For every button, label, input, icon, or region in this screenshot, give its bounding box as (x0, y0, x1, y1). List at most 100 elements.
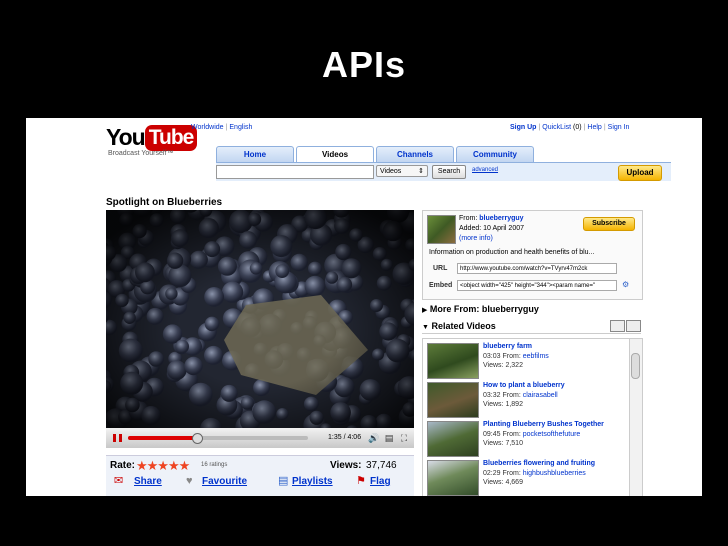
related-video-views: Views: 7,510 (483, 440, 523, 447)
playlists-link[interactable]: Playlists (292, 476, 333, 487)
from-label: From: (502, 431, 521, 438)
gear-icon[interactable]: ⚙ (622, 280, 629, 289)
menu-icon[interactable]: ▤ (384, 433, 394, 443)
video-title: Spotlight on Blueberries (106, 197, 223, 208)
flag-link[interactable]: Flag (370, 476, 391, 487)
video-thumbnail[interactable] (427, 382, 479, 418)
more-from-text: More From: blueberryguy (429, 304, 539, 314)
sign-up-link[interactable]: Sign Up (510, 124, 536, 131)
playlist-icon: ▤ (278, 475, 289, 487)
related-user-link[interactable]: pocketsofthefuture (523, 431, 581, 438)
seek-handle[interactable] (192, 433, 203, 444)
related-video-views: Views: 2,322 (483, 362, 523, 369)
logo-tube-text: Tube (144, 124, 198, 151)
video-timecode: 1:35 / 4:06 (328, 434, 362, 441)
related-video-title[interactable]: How to plant a blueberry (483, 382, 565, 389)
related-video-views: Views: 1,892 (483, 401, 523, 408)
grid-view-icon[interactable] (626, 320, 641, 332)
related-user-link[interactable]: clairasabell (523, 392, 558, 399)
list-item[interactable]: Planting Blueberry Bushes Together 09:45… (423, 419, 633, 457)
related-video-title[interactable]: Blueberries flowering and fruiting (483, 460, 595, 467)
list-item[interactable]: How to plant a blueberry 03:32 From: cla… (423, 380, 633, 418)
seek-bar[interactable] (128, 433, 308, 444)
from-line: From: blueberryguy (459, 215, 524, 222)
views-count: 1,892 (505, 401, 523, 408)
tab-home[interactable]: Home (216, 146, 294, 162)
url-field[interactable]: http://www.youtube.com/watch?v=TVyrv47m2… (457, 263, 617, 274)
fullscreen-icon[interactable]: ⛶ (399, 433, 409, 443)
video-thumbnail[interactable] (427, 343, 479, 379)
views-label: Views: (483, 401, 504, 408)
views-label: Views: (483, 362, 504, 369)
related-video-meta: 09:45 From: pocketsofthefuture (483, 431, 580, 438)
tab-videos[interactable]: Videos (296, 146, 374, 162)
rating-stars[interactable]: ★★★★★ (136, 458, 190, 474)
more-info-link[interactable]: (more info) (459, 235, 493, 242)
related-video-title[interactable]: Planting Blueberry Bushes Together (483, 421, 604, 428)
region-links: Worldwide | English (191, 124, 253, 131)
help-link[interactable]: Help (587, 124, 601, 131)
video-thumbnail[interactable] (427, 421, 479, 457)
related-user-link[interactable]: highbushblueberries (523, 470, 586, 477)
quicklist-link[interactable]: QuickList (542, 124, 571, 131)
tab-community[interactable]: Community (456, 146, 534, 162)
subscribe-button[interactable]: Subscribe (583, 217, 635, 231)
more-from-header[interactable]: ▶ More From: blueberryguy (422, 304, 539, 314)
views-label: Views: (330, 460, 362, 471)
youtube-screenshot: You Tube Broadcast Yourself™ Worldwide | En… (26, 118, 702, 496)
tab-channels[interactable]: Channels (376, 146, 454, 162)
youtube-logo[interactable]: You Tube (106, 124, 198, 151)
chevron-down-icon: ▼ (422, 324, 429, 331)
channel-avatar[interactable] (427, 215, 456, 244)
list-item[interactable]: blueberry farm 03:03 From: eebfilms View… (423, 341, 633, 379)
related-videos-list: blueberry farm 03:03 From: eebfilms View… (422, 338, 643, 496)
blueberries-video-frame (106, 210, 414, 428)
video-thumbnail[interactable] (427, 460, 479, 496)
added-date: Added: 10 April 2007 (459, 225, 524, 232)
seek-progress (128, 436, 197, 440)
ratings-count: 16 ratings (201, 462, 228, 468)
logo-you-text: You (106, 124, 146, 150)
share-icon: ✉ (114, 475, 124, 487)
search-input[interactable] (216, 165, 374, 179)
search-category-select[interactable]: Videos ⇕ (376, 165, 428, 177)
views-count: 4,669 (505, 479, 523, 486)
views-count: 37,746 (366, 460, 397, 471)
list-item[interactable]: Blueberries flowering and fruiting 02:29… (423, 458, 633, 496)
slide-title: APIs (321, 44, 407, 85)
main-nav: Home Videos Channels Community (216, 146, 671, 162)
volume-icon[interactable]: 🔊 (368, 433, 379, 443)
related-videos-header[interactable]: ▼ Related Videos (422, 321, 496, 331)
share-link[interactable]: Share (134, 476, 162, 487)
related-videos-title: Related Videos (431, 321, 496, 331)
divider (422, 333, 641, 334)
embed-field[interactable]: <object width="425" height="344"><param … (457, 280, 617, 291)
scrollbar[interactable] (629, 339, 642, 496)
search-button[interactable]: Search (432, 165, 466, 179)
user-links: Sign Up | QuickList (0) | Help | Sign In (510, 124, 630, 131)
worldwide-link[interactable]: Worldwide (191, 124, 224, 131)
duration: 09:45 (483, 431, 501, 438)
video-controls: 1:35 / 4:06 🔊 ▤ ⛶ (106, 428, 414, 448)
upload-button[interactable]: Upload (618, 165, 662, 181)
duration: 03:32 (483, 392, 501, 399)
advanced-search-link[interactable]: advanced (472, 167, 498, 173)
quicklist-count: (0) (573, 124, 582, 131)
list-view-icon[interactable] (610, 320, 625, 332)
duration: 03:03 (483, 353, 501, 360)
sign-in-link[interactable]: Sign In (608, 124, 630, 131)
related-user-link[interactable]: eebfilms (523, 353, 549, 360)
language-link[interactable]: English (229, 124, 252, 131)
chevron-updown-icon: ⇕ (418, 168, 424, 175)
scrollbar-thumb[interactable] (631, 353, 640, 379)
favourite-link[interactable]: Favourite (202, 476, 247, 487)
video-player[interactable] (106, 210, 414, 428)
chevron-right-icon: ▶ (422, 307, 428, 314)
channel-user-link[interactable]: blueberryguy (479, 215, 523, 222)
from-label: From: (502, 353, 521, 360)
related-video-title[interactable]: blueberry farm (483, 343, 532, 350)
search-category-value: Videos (380, 168, 402, 175)
from-label: From: (459, 215, 478, 222)
pause-button[interactable] (113, 434, 122, 442)
from-label: From: (502, 470, 521, 477)
